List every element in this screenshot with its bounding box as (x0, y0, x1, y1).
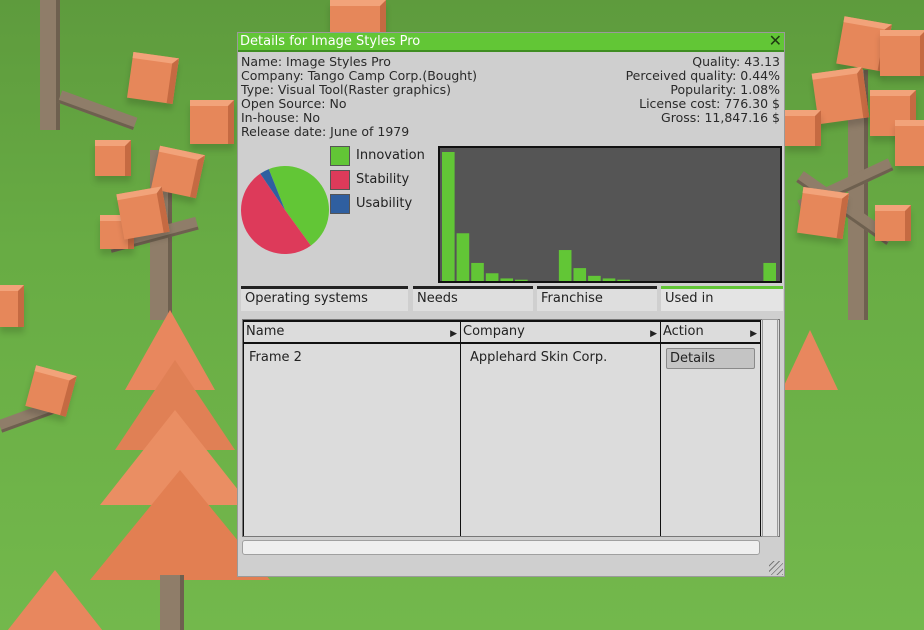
window-title: Details for Image Styles Pro (240, 34, 421, 49)
details-button[interactable]: Details (666, 348, 755, 369)
foliage-cube (95, 140, 131, 176)
info-quality: Quality: 43.13 (692, 54, 780, 69)
info-name: Name: Image Styles Pro (241, 54, 391, 69)
product-info-right: Quality: 43.13 Perceived quality: 0.44% … (626, 55, 780, 125)
tab-operating-systems[interactable]: Operating systems (241, 286, 408, 311)
info-gross: Gross: 11,847.16 $ (661, 110, 780, 125)
tree-trunk (40, 0, 60, 130)
pine-tier (0, 570, 110, 630)
sort-arrow-icon[interactable]: ▶ (450, 324, 457, 344)
foliage-cube (0, 285, 24, 327)
histogram-bar (442, 152, 455, 281)
histogram-bar (602, 278, 616, 281)
foliage-cube (797, 187, 849, 239)
column-header-company[interactable]: Company ▶ (461, 320, 660, 344)
cell-name[interactable]: Frame 2 (249, 350, 302, 365)
column-name: Name ▶ Frame 2 (243, 320, 461, 536)
legend-swatch-stability (330, 170, 350, 190)
product-info-left: Name: Image Styles Pro Company: Tango Ca… (241, 55, 477, 139)
histogram-bar (573, 268, 587, 281)
window-titlebar[interactable]: Details for Image Styles Pro ✕ (238, 32, 784, 52)
histogram-bar (456, 233, 470, 281)
info-popularity: Popularity: 1.08% (670, 82, 780, 97)
details-window: Details for Image Styles Pro ✕ Name: Ima… (237, 32, 785, 577)
info-perceived-quality: Perceived quality: 0.44% (625, 68, 780, 83)
histogram-bar (558, 250, 572, 281)
histogram-bar (471, 262, 484, 281)
column-company: Company ▶ Applehard Skin Corp. (460, 320, 661, 536)
histogram-bar (617, 279, 630, 281)
sort-arrow-icon[interactable]: ▶ (650, 324, 657, 344)
foliage-cube (330, 0, 386, 36)
histogram-bar (763, 262, 776, 281)
close-icon[interactable]: ✕ (769, 32, 782, 50)
foliage-cube (116, 186, 170, 240)
legend-label-innovation: Innovation (356, 148, 425, 163)
legend-swatch-usability (330, 194, 350, 214)
legend-label-stability: Stability (356, 172, 410, 187)
foliage-cube (190, 100, 234, 144)
foliage-cube (785, 110, 821, 146)
info-release-date: Release date: June of 1979 (241, 124, 410, 139)
info-open-source: Open Source: No (241, 96, 347, 111)
sort-arrow-icon[interactable]: ▶ (750, 324, 757, 344)
detail-tabs: Operating systems Needs Franchise Used i… (241, 286, 783, 311)
tab-used-in[interactable]: Used in (661, 286, 783, 311)
histogram-bar (515, 279, 528, 281)
legend-swatch-innovation (330, 146, 350, 166)
foliage-cube (127, 52, 179, 104)
pine-tier (782, 330, 838, 390)
used-in-table: Name ▶ Frame 2 Company ▶ Applehard Skin … (242, 319, 780, 537)
horizontal-scrollbar[interactable] (242, 540, 760, 555)
sales-bar-chart (438, 146, 782, 283)
foliage-cube (880, 30, 924, 76)
info-license-cost: License cost: 776.30 $ (639, 96, 780, 111)
column-action: Action ▶ Details (660, 320, 761, 536)
tab-needs[interactable]: Needs (413, 286, 533, 311)
column-header-label: Name (246, 324, 285, 339)
info-company: Company: Tango Camp Corp.(Bought) (241, 68, 477, 83)
column-header-label: Action (663, 324, 704, 339)
info-in-house: In-house: No (241, 110, 320, 125)
column-header-action[interactable]: Action ▶ (661, 320, 760, 344)
column-header-name[interactable]: Name ▶ (244, 320, 460, 344)
histogram-bar (485, 273, 499, 281)
histogram-bar (588, 275, 601, 281)
tree-trunk (160, 575, 184, 630)
foliage-cube (895, 120, 924, 166)
cell-company[interactable]: Applehard Skin Corp. (470, 350, 607, 365)
info-type: Type: Visual Tool(Raster graphics) (241, 82, 451, 97)
histogram-bar (500, 278, 514, 281)
vertical-scrollbar[interactable] (762, 319, 778, 537)
foliage-cube (875, 205, 911, 241)
tab-franchise[interactable]: Franchise (537, 286, 657, 311)
column-header-label: Company (463, 324, 525, 339)
legend-label-usability: Usability (356, 196, 413, 211)
resize-grip-icon[interactable] (769, 561, 783, 575)
feature-pie-chart (241, 166, 329, 254)
